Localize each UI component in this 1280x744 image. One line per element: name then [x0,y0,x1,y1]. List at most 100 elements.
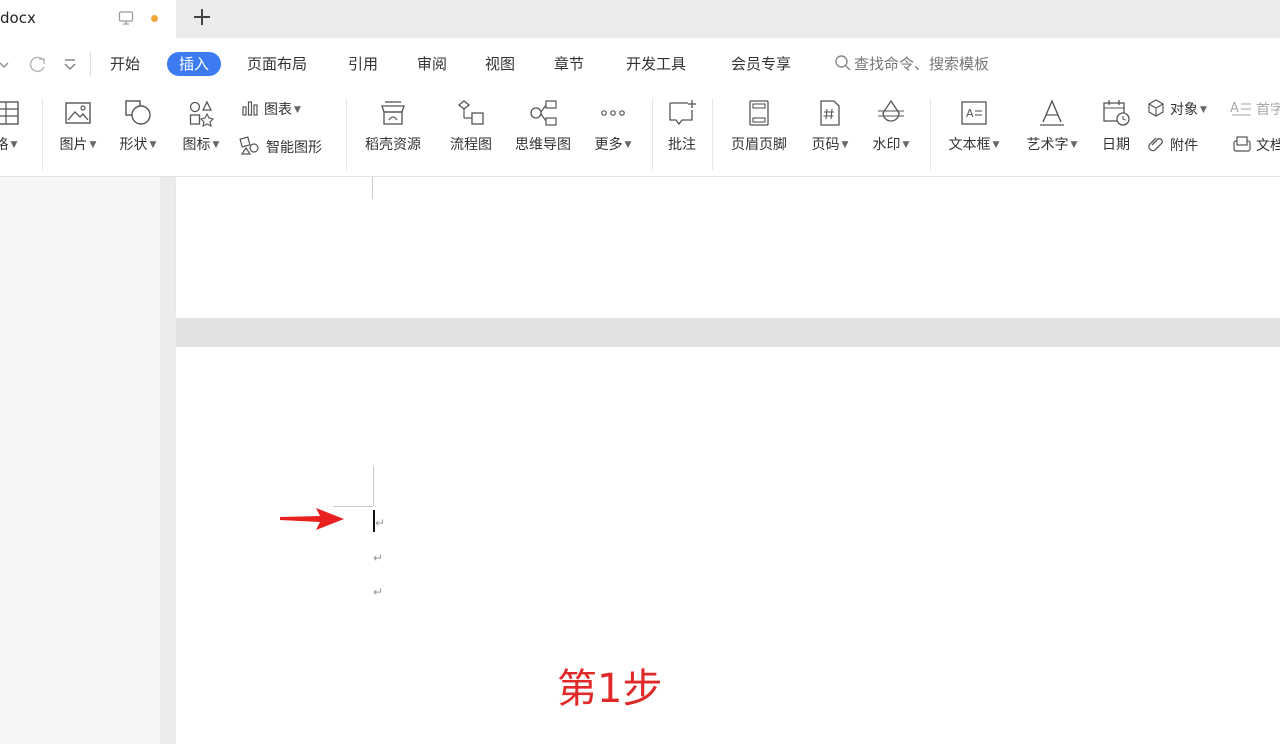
wordart-label: 艺术字 [1026,137,1069,153]
picture-label: 图片 [59,137,88,153]
menu-bar: 开始 插入 页面布局 引用 审阅 视图 章节 开发工具 会员专享 查找命令、搜索… [0,38,1280,90]
comment-label: 批注 [668,137,696,153]
tab-references[interactable]: 引用 [348,52,378,76]
more-dots-icon [601,110,625,116]
red-arrow-icon [280,508,344,530]
header-footer-icon [749,100,769,126]
table-button[interactable]: 格 ▼ [0,98,26,154]
new-tab-button[interactable] [190,5,214,29]
margin-corner-mark [373,466,374,506]
tab-developer-tools[interactable]: 开发工具 [626,52,686,76]
mindmap-icon [530,100,557,126]
smart-art-button[interactable]: 智能图形 [238,134,322,156]
bar-chart-icon [242,101,258,116]
watermark-label: 水印 [872,137,901,153]
svg-text:A: A [966,107,974,120]
document-tab[interactable]: docx [0,0,176,38]
tab-review[interactable]: 审阅 [417,52,447,76]
page-number-button[interactable]: 页码 ▼ [806,98,854,154]
shop-icon [381,101,405,125]
document-part-button[interactable]: 文档 [1232,134,1280,156]
ribbon-divider [652,98,653,170]
drop-cap-label: 首字 [1256,102,1280,118]
previous-page[interactable] [176,177,1280,318]
chart-label: 图表 [264,102,292,118]
drop-cap-icon: A [1230,101,1251,116]
attachment-button[interactable]: 附件 [1146,134,1198,156]
header-footer-button[interactable]: 页眉页脚 [724,98,794,154]
textbox-label: 文本框 [948,137,991,153]
step-annotation: 第1步 [557,666,663,712]
watermark-icon [878,99,904,122]
tab-page-layout[interactable]: 页面布局 [247,52,307,76]
shape-button[interactable]: 形状 ▼ [114,98,162,154]
icons-gallery-icon [189,100,215,128]
ribbon-divider [346,98,347,170]
header-footer-label: 页眉页脚 [731,137,787,153]
shape-label: 形状 [119,137,148,153]
ribbon-divider [42,98,43,170]
comment-icon [669,100,696,126]
current-page[interactable] [176,347,1280,744]
smart-art-label: 智能图形 [266,140,322,156]
calendar-clock-icon [1103,100,1130,126]
ribbon: 格 ▼ 图片 ▼ 形状 ▼ 图标 ▼ 图表 ▼ 智能图形 稻壳资源 流程图 思维… [0,90,1280,177]
page-number-icon [820,100,840,126]
icon-library-button[interactable]: 图标 ▼ [176,98,226,154]
flowchart-button[interactable]: 流程图 [444,98,498,154]
ribbon-divider [930,98,931,170]
undo-dropdown-icon[interactable] [0,54,12,74]
chart-button[interactable]: 图表 ▼ [240,98,301,120]
tab-member-exclusive[interactable]: 会员专享 [731,52,791,76]
table-icon [0,101,19,125]
menu-divider [90,52,91,76]
date-button[interactable]: 日期 [1096,98,1136,154]
textbox-button[interactable]: A 文本框 ▼ [942,98,1006,154]
ribbon-divider [712,98,713,170]
comment-button[interactable]: 批注 [660,98,704,154]
svg-text:A: A [1230,101,1239,116]
command-search-placeholder: 查找命令、搜索模板 [854,55,990,73]
paragraph-mark: ↵ [373,551,384,565]
flowchart-icon [457,100,484,125]
textbox-icon: A [961,101,987,125]
page-number-label: 页码 [811,137,840,153]
unsaved-dot-icon [151,15,158,22]
object-button[interactable]: 对象 ▼ [1146,98,1207,120]
margin-corner-mark [372,177,373,199]
wordart-button[interactable]: 艺术字 ▼ [1020,98,1084,154]
page-gap [176,318,1280,347]
watermark-button[interactable]: 水印 ▼ [866,98,916,154]
tab-view[interactable]: 视图 [485,52,515,76]
icon-library-label: 图标 [182,137,211,153]
object-cube-icon [1148,99,1164,117]
tab-insert[interactable]: 插入 [167,52,222,76]
search-icon [835,55,851,71]
document-part-icon [1233,136,1251,152]
paragraph-mark: ↵ [375,516,386,530]
tab-bar: docx [0,0,1280,38]
more-button[interactable]: 更多 ▼ [588,98,638,154]
mindmap-button[interactable]: 思维导图 [508,98,578,154]
attachment-label: 附件 [1170,138,1198,154]
flowchart-label: 流程图 [450,137,492,153]
paperclip-icon [1148,137,1163,152]
monitor-icon[interactable] [118,10,134,26]
redo-icon[interactable] [26,54,48,74]
picture-icon [65,102,91,124]
daoke-resources-button[interactable]: 稻壳资源 [358,98,428,154]
command-search[interactable]: 查找命令、搜索模板 [834,52,989,76]
tab-home[interactable]: 开始 [110,52,140,76]
shape-icon [125,100,151,125]
navigation-pane [0,177,160,744]
customize-quick-access-icon[interactable] [62,54,78,74]
drop-cap-button[interactable]: A 首字 [1230,98,1280,120]
mindmap-label: 思维导图 [515,137,571,153]
wordart-icon [1040,99,1064,126]
plus-icon [194,9,210,25]
paragraph-mark: ↵ [373,585,384,599]
date-label: 日期 [1102,137,1130,153]
daoke-resources-label: 稻壳资源 [365,137,421,153]
tab-section[interactable]: 章节 [554,52,584,76]
picture-button[interactable]: 图片 ▼ [54,98,102,154]
